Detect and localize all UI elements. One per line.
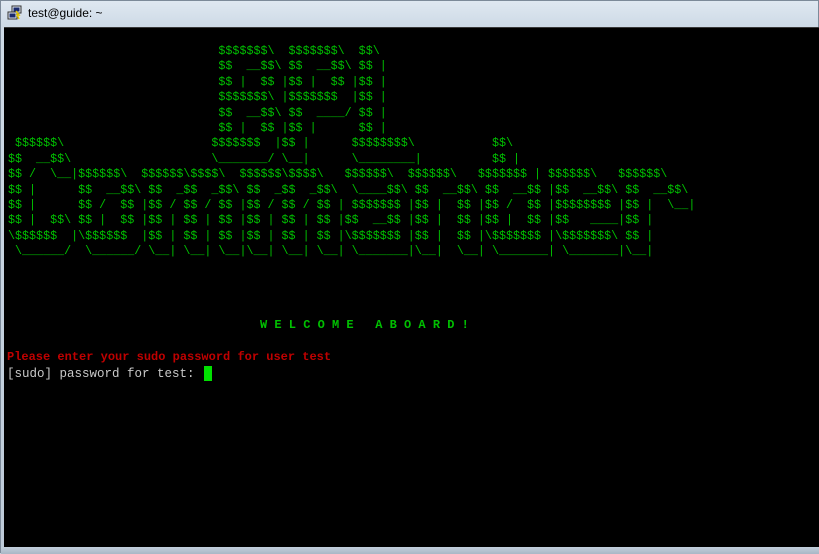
title-bar[interactable]: test@guide: ~ [1,1,819,25]
ascii-banner-line: $$$$$$$\ $$$$$$$\ $$\ [8,44,380,58]
ascii-banner-line: $$ __$$\ $$ ____/ $$ | [8,105,387,120]
ascii-banner: $$$$$$$\ $$$$$$$\ $$\ $$ __$$\ $$ __$$\ … [8,44,695,260]
ascii-banner-line: $$ __$$\ $$ __$$\ $$ | [8,59,387,74]
ascii-banner-line: $$ | $$ |$$ | $$ | [8,121,387,136]
ascii-banner-line: $$ | $$ __$$\ $$ _$$ _$$\ $$ _$$ _$$\ \_… [8,182,689,197]
sudo-warning-message: Please enter your sudo password for user… [7,350,332,364]
window-title: test@guide: ~ [28,6,103,20]
password-prompt: [sudo] password for test: [7,366,203,381]
ascii-banner-line: \$$$$$$ |\$$$$$$ |$$ | $$ | $$ |$$ | $$ … [8,228,654,243]
ascii-banner-line: \______/ \______/ \__| \__| \__|\__| \__… [8,244,654,259]
password-prompt-line[interactable]: [sudo] password for test: [7,366,213,381]
ascii-banner-line: $$ | $$ |$$ | $$ |$$ | [8,74,387,89]
text-cursor [204,366,213,381]
terminal-screen[interactable]: $$$$$$$\ $$$$$$$\ $$\ $$ __$$\ $$ __$$\ … [4,27,819,548]
welcome-message: W E L C O M E A B O A R D ! [260,318,469,332]
terminal-window: test@guide: ~ $$$$$$$\ $$$$$$$\ $$\ $$ _… [0,0,819,554]
putty-terminal-icon[interactable] [7,5,23,21]
ascii-banner-line: $$$$$$\ $$$$$$$ |$$ | $$$$$$$$\ $$\ [8,136,513,151]
ascii-banner-line: $$ __$$\ \_______/ \__| \________| $$ | [8,151,520,166]
ascii-banner-line: $$ | $$ / $$ |$$ / $$ / $$ |$$ / $$ / $$… [8,198,696,213]
ascii-banner-line: $$ / \__|$$$$$$\ $$$$$$\$$$$\ $$$$$$\$$$… [8,167,668,182]
ascii-banner-line: $$$$$$$\ |$$$$$$$ |$$ | [8,90,387,105]
ascii-banner-line: $$ | $$\ $$ | $$ |$$ | $$ | $$ |$$ | $$ … [8,213,654,228]
